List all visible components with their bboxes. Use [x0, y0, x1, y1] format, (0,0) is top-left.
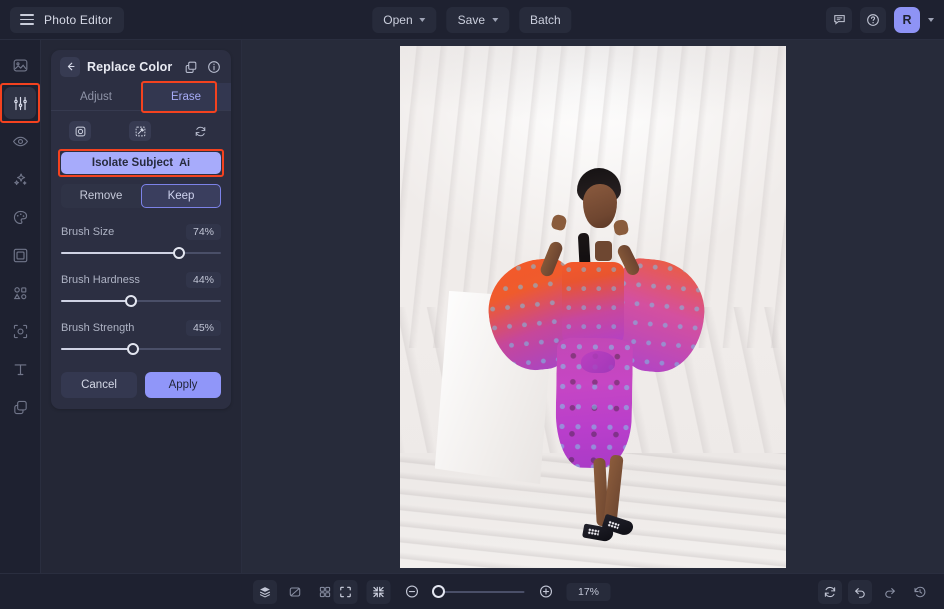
brush-size-value: 74% — [186, 224, 221, 240]
tab-erase[interactable]: Erase — [141, 83, 231, 110]
brush-size-label: Brush Size — [61, 226, 114, 238]
photo-editor-app: Photo Editor Open Save Batch — [0, 0, 944, 609]
tab-adjust[interactable]: Adjust — [51, 83, 141, 110]
sidebar-item-adjust-tool[interactable] — [4, 87, 36, 119]
brush-hardness-slider[interactable] — [61, 295, 221, 307]
zoom-controls: 17% — [334, 580, 611, 604]
panel-actions: Cancel Apply — [61, 372, 221, 398]
model-head — [583, 184, 617, 228]
sidebar-item-color-tool[interactable] — [4, 201, 36, 233]
sidebar-item-frame-tool[interactable] — [4, 239, 36, 271]
brush-strength-label: Brush Strength — [61, 322, 134, 334]
zoom-slider-knob[interactable] — [432, 585, 445, 598]
top-center-actions: Open Save Batch — [372, 7, 571, 33]
top-right-actions: R — [826, 7, 934, 33]
zoom-slider[interactable] — [433, 585, 525, 599]
sidebar-item-retouch-tool[interactable] — [4, 125, 36, 157]
minus-circle-icon[interactable] — [400, 580, 424, 604]
brush-hardness-label: Brush Hardness — [61, 274, 140, 286]
save-button[interactable]: Save — [447, 7, 509, 33]
sidebar-item-text-tool[interactable] — [4, 353, 36, 385]
ai-badge: Ai — [179, 157, 190, 169]
save-label: Save — [458, 13, 485, 27]
refresh-icon[interactable] — [189, 121, 211, 141]
replace-color-panel: Replace Color — [51, 50, 231, 409]
zoom-level-value[interactable]: 17% — [567, 583, 611, 601]
remove-button[interactable]: Remove — [61, 184, 141, 208]
batch-button[interactable]: Batch — [519, 7, 572, 33]
dress-bodice — [562, 262, 624, 348]
sidebar-item-shapes-tool[interactable] — [4, 277, 36, 309]
compare-icon[interactable] — [283, 580, 307, 604]
info-icon[interactable] — [206, 59, 222, 75]
copy-icon[interactable] — [183, 59, 199, 75]
cancel-button[interactable]: Cancel — [61, 372, 137, 398]
brush-hardness-slider-block: Brush Hardness 44% — [61, 272, 221, 307]
left-panel-column: Replace Color — [41, 40, 242, 573]
brush-strength-slider-block: Brush Strength 45% — [61, 320, 221, 355]
tool-rail — [0, 40, 41, 573]
chevron-down-icon — [420, 18, 426, 22]
panel-tabs: Adjust Erase — [51, 83, 231, 111]
panel-header: Replace Color — [51, 50, 231, 83]
page-title: Replace Color — [87, 60, 176, 74]
question-circle-icon[interactable] — [860, 7, 886, 33]
history-icon[interactable] — [908, 580, 932, 604]
chevron-down-icon — [492, 18, 498, 22]
sidebar-item-crop-tool[interactable] — [4, 315, 36, 347]
app-title: Photo Editor — [44, 13, 112, 27]
brush-hardness-value: 44% — [186, 272, 221, 288]
object-select-icon[interactable] — [69, 121, 91, 141]
panel-body: Isolate Subject Ai Remove Keep Brush Siz… — [51, 111, 231, 409]
canvas-image[interactable] — [400, 46, 786, 568]
bottom-left-tools — [253, 580, 337, 604]
canvas-area[interactable] — [242, 40, 944, 573]
chevron-down-icon[interactable] — [928, 18, 934, 22]
batch-label: Batch — [530, 13, 561, 27]
undo-icon[interactable] — [848, 580, 872, 604]
open-label: Open — [383, 13, 412, 27]
brush-hardness-knob[interactable] — [125, 295, 137, 307]
apply-button[interactable]: Apply — [145, 372, 221, 398]
layers-icon[interactable] — [253, 580, 277, 604]
top-bar: Photo Editor Open Save Batch — [0, 0, 944, 40]
brush-strength-value: 45% — [186, 320, 221, 336]
collapse-icon[interactable] — [367, 580, 391, 604]
app-brand[interactable]: Photo Editor — [10, 7, 124, 33]
arrow-left-icon[interactable] — [60, 57, 80, 77]
brush-size-slider[interactable] — [61, 247, 221, 259]
comment-icon[interactable] — [826, 7, 852, 33]
brush-strength-knob[interactable] — [127, 343, 139, 355]
history-controls — [818, 580, 932, 604]
avatar[interactable]: R — [894, 7, 920, 33]
open-button[interactable]: Open — [372, 7, 436, 33]
brush-size-slider-block: Brush Size 74% — [61, 224, 221, 259]
model-neck — [595, 241, 612, 261]
photo-model — [400, 46, 786, 568]
dress-knot — [581, 351, 615, 373]
redo-icon[interactable] — [878, 580, 902, 604]
bottom-bar: 17% — [0, 573, 944, 609]
isolate-subject-button[interactable]: Isolate Subject Ai — [61, 152, 221, 174]
fit-screen-icon[interactable] — [334, 580, 358, 604]
model-hand-right — [613, 219, 629, 236]
keep-button[interactable]: Keep — [141, 184, 221, 208]
model-hand-left — [551, 214, 568, 232]
sidebar-item-effects-tool[interactable] — [4, 163, 36, 195]
erase-mode-row — [61, 121, 221, 141]
hamburger-icon[interactable] — [20, 14, 34, 25]
sidebar-item-layers-tool[interactable] — [4, 391, 36, 423]
remove-keep-toggle: Remove Keep — [61, 184, 221, 208]
brush-square-icon[interactable] — [129, 121, 151, 141]
isolate-subject-label: Isolate Subject — [92, 157, 173, 169]
brush-size-knob[interactable] — [173, 247, 185, 259]
sidebar-item-image-tool[interactable] — [4, 49, 36, 81]
app-body: Replace Color — [0, 40, 944, 573]
brush-strength-slider[interactable] — [61, 343, 221, 355]
plus-circle-icon[interactable] — [534, 580, 558, 604]
reset-view-icon[interactable] — [818, 580, 842, 604]
